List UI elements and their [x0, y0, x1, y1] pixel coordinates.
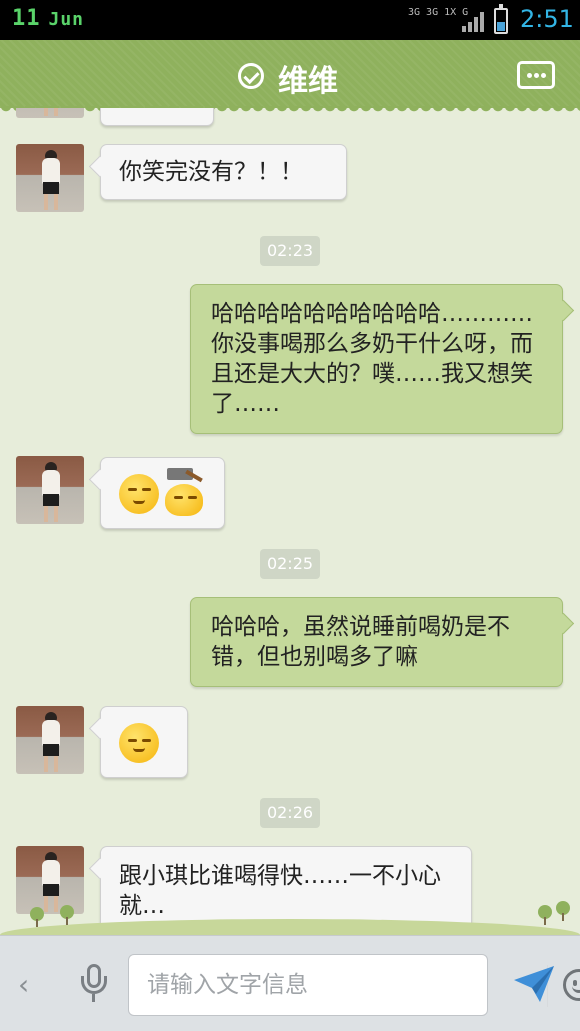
- chevron-left-icon[interactable]: ‹: [18, 968, 29, 1001]
- emoji-message-bubble[interactable]: [100, 457, 225, 529]
- chat-menu-button[interactable]: [517, 61, 555, 89]
- timestamp: 02:25: [260, 549, 320, 579]
- message-bubble-outgoing[interactable]: 哈哈哈哈哈哈哈哈哈哈…………你没事喝那么多奶干什么呀，而且还是大大的？噗……我又…: [190, 284, 563, 434]
- microphone-icon[interactable]: [80, 964, 108, 1004]
- partial-message-bubble: [100, 108, 214, 126]
- chat-title: 维维: [278, 64, 338, 99]
- message-input[interactable]: [147, 955, 417, 1015]
- chat-area[interactable]: 你笑完没有？！！ 02:23 哈哈哈哈哈哈哈哈哈哈…………你没事喝那么多奶干什么…: [0, 108, 580, 935]
- tree-icon: [30, 907, 44, 927]
- signal-icon: [462, 10, 484, 32]
- tree-icon: [60, 905, 74, 925]
- shy-face-icon: [119, 723, 159, 763]
- avatar[interactable]: [16, 144, 84, 212]
- input-bar: ‹: [0, 935, 580, 1031]
- avatar[interactable]: [16, 706, 84, 774]
- send-icon[interactable]: [512, 964, 556, 1004]
- battery-icon: [494, 4, 508, 34]
- tree-icon: [556, 901, 570, 921]
- timestamp: 02:26: [260, 798, 320, 828]
- status-date: 11 Jun: [12, 6, 84, 31]
- timestamp: 02:23: [260, 236, 320, 266]
- tree-icon: [538, 905, 552, 925]
- message-input-container: [128, 954, 580, 1016]
- status-time: 2:51: [520, 5, 574, 33]
- message-bubble-incoming[interactable]: 你笑完没有？！！: [100, 144, 347, 200]
- message-bubble-outgoing[interactable]: 哈哈哈，虽然说睡前喝奶是不错，但也别喝多了嘛: [190, 597, 563, 687]
- hammer-face-icon: [165, 484, 203, 516]
- background-decoration: [0, 901, 580, 935]
- avatar[interactable]: [16, 456, 84, 524]
- status-date-month: Jun: [48, 9, 85, 30]
- emoji-message-bubble[interactable]: [100, 706, 188, 778]
- network-indicator: 3G 3G 1X G: [408, 7, 469, 18]
- hammer-icon: [167, 468, 193, 480]
- check-circle-icon: [238, 63, 264, 89]
- emoji-smile-icon[interactable]: [563, 969, 580, 1001]
- avatar[interactable]: [16, 846, 84, 914]
- chat-header: 维维: [0, 40, 580, 114]
- status-date-day: 11: [12, 6, 41, 31]
- avatar[interactable]: [16, 108, 84, 118]
- smirk-face-icon: [119, 474, 159, 514]
- status-bar: 11 Jun 3G 3G 1X G 2:51: [0, 0, 580, 40]
